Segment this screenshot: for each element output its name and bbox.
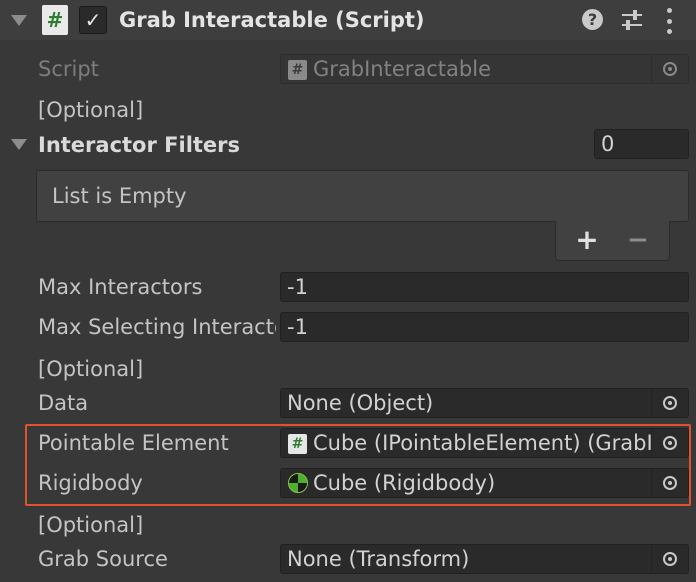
help-icon[interactable]: ? xyxy=(582,9,603,30)
pointable-element-field[interactable]: # Cube (IPointableElement) (GrabInteract… xyxy=(280,428,689,458)
csharp-script-icon: # xyxy=(288,434,307,454)
interactor-filters-size-field[interactable]: 0 xyxy=(594,129,689,159)
list-empty-text: List is Empty xyxy=(52,184,187,208)
rigidbody-label: Rigidbody xyxy=(38,471,143,495)
optional-header: [Optional] xyxy=(38,98,144,122)
rigidbody-field[interactable]: Cube (Rigidbody) xyxy=(280,468,689,498)
max-interactors-value: -1 xyxy=(287,275,308,299)
script-field[interactable]: # GrabInteractable xyxy=(280,54,689,84)
object-picker-icon[interactable] xyxy=(651,389,688,417)
csharp-script-icon: # xyxy=(42,5,68,35)
object-picker-icon[interactable] xyxy=(651,545,688,573)
pointable-element-value: Cube (IPointableElement) (GrabInteractab… xyxy=(313,431,688,455)
data-field-value: None (Object) xyxy=(287,391,434,415)
script-label: Script xyxy=(38,57,99,81)
object-picker-icon[interactable] xyxy=(651,429,688,457)
grab-source-label: Grab Source xyxy=(38,547,168,571)
list-footer xyxy=(555,221,670,261)
data-field[interactable]: None (Object) xyxy=(280,388,689,418)
interactor-filters-label[interactable]: Interactor Filters xyxy=(38,131,240,159)
interactor-filters-size-value: 0 xyxy=(601,132,615,156)
max-selecting-interactors-field[interactable]: -1 xyxy=(280,312,689,342)
add-element-button[interactable]: + xyxy=(575,226,599,254)
object-picker-icon[interactable] xyxy=(651,55,688,83)
max-interactors-label: Max Interactors xyxy=(38,275,203,299)
optional-header: [Optional] xyxy=(38,513,144,537)
preset-sliders-icon[interactable] xyxy=(620,7,644,33)
data-label: Data xyxy=(38,391,89,415)
rigidbody-icon xyxy=(288,473,308,493)
foldout-expanded-icon[interactable] xyxy=(11,139,27,150)
component-title: Grab Interactable (Script) xyxy=(119,8,425,32)
optional-header: [Optional] xyxy=(38,357,144,381)
kebab-menu-icon[interactable] xyxy=(666,8,672,34)
grab-source-value: None (Transform) xyxy=(287,547,470,571)
object-picker-icon[interactable] xyxy=(651,469,688,497)
max-interactors-field[interactable]: -1 xyxy=(280,272,689,302)
script-field-value: GrabInteractable xyxy=(313,57,491,81)
csharp-script-icon: # xyxy=(288,60,307,80)
rigidbody-value: Cube (Rigidbody) xyxy=(313,471,496,495)
remove-element-button[interactable]: − xyxy=(627,226,649,254)
component-enabled-checkbox[interactable]: ✓ xyxy=(79,6,107,34)
max-selecting-interactors-value: -1 xyxy=(287,315,308,339)
grab-source-field[interactable]: None (Transform) xyxy=(280,544,689,574)
pointable-element-label: Pointable Element xyxy=(38,431,229,455)
foldout-expanded-icon[interactable] xyxy=(11,15,27,26)
max-selecting-interactors-label: Max Selecting Interactors xyxy=(38,315,276,339)
